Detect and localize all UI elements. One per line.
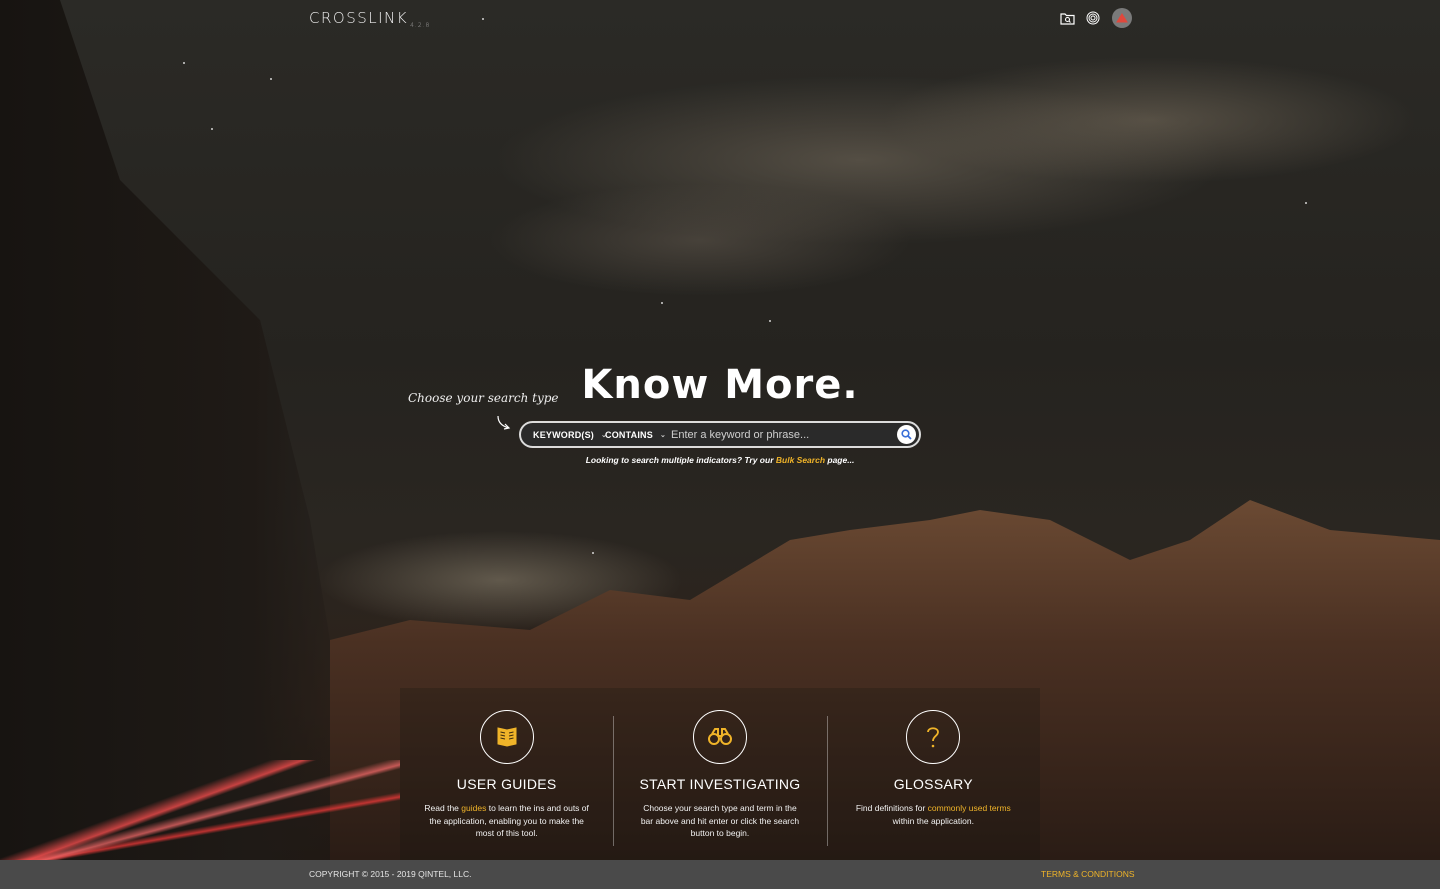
background-light-trails	[0, 760, 400, 860]
chevron-down-icon: ⌄	[659, 431, 667, 439]
feature-description: Choose your search type and term in the …	[640, 803, 800, 838]
glossary-terms-link[interactable]: commonly used terms	[928, 803, 1011, 813]
feature-glossary: GLOSSARY Find definitions for commonly u…	[826, 688, 1040, 860]
search-type-select[interactable]: KEYWORD(S) ⌄	[533, 429, 607, 440]
feature-description: Read the guides to learn the ins and out…	[424, 802, 589, 840]
book-icon[interactable]	[479, 710, 534, 764]
search-type-value: KEYWORD(S)	[533, 429, 594, 440]
feature-panel: USER GUIDES Read the guides to learn the…	[400, 688, 1040, 860]
search-button[interactable]	[897, 425, 916, 444]
version-label: 4.2.8	[410, 22, 431, 29]
folder-search-icon[interactable]	[1058, 9, 1076, 27]
search-operator-select[interactable]: CONTAINS ⌄	[605, 430, 669, 440]
star	[661, 302, 663, 304]
star	[211, 128, 213, 130]
star	[270, 78, 272, 80]
bulk-search-suffix: page...	[825, 455, 855, 465]
bulk-search-prefix: Looking to search multiple indicators? T…	[585, 455, 776, 465]
search-operator-value: CONTAINS	[605, 429, 653, 440]
top-header: CROSSLINK 4.2.8	[0, 0, 1440, 36]
logo-text: CROSSLINK	[309, 9, 409, 27]
terms-conditions-link[interactable]: TERMS & CONDITIONS	[1041, 869, 1135, 879]
header-actions	[1058, 8, 1132, 28]
copyright-text: COPYRIGHT © 2015 - 2019 QINTEL, LLC.	[309, 869, 472, 879]
desc-text: Find definitions for	[855, 803, 928, 813]
feature-user-guides: USER GUIDES Read the guides to learn the…	[400, 688, 613, 860]
feature-title[interactable]: USER GUIDES	[457, 776, 557, 792]
feature-start-investigating: START INVESTIGATING Choose your search t…	[613, 688, 826, 860]
star	[769, 320, 771, 322]
star	[183, 62, 185, 64]
star	[1305, 202, 1307, 204]
star	[592, 552, 594, 554]
guides-link[interactable]: guides	[461, 803, 486, 813]
page-footer: COPYRIGHT © 2015 - 2019 QINTEL, LLC. TER…	[0, 860, 1440, 889]
feature-description: Find definitions for commonly used terms…	[851, 802, 1016, 827]
feature-title[interactable]: START INVESTIGATING	[639, 776, 800, 792]
app-logo[interactable]: CROSSLINK 4.2.8	[309, 9, 430, 29]
feature-title[interactable]: GLOSSARY	[894, 776, 973, 792]
search-type-hint: Choose your search type	[408, 391, 559, 405]
bulk-search-hint: Looking to search multiple indicators? T…	[520, 455, 920, 465]
bulk-search-link[interactable]: Bulk Search	[776, 455, 825, 465]
search-bar: KEYWORD(S) ⌄ CONTAINS ⌄	[519, 421, 921, 448]
question-icon[interactable]	[906, 710, 961, 764]
user-avatar-icon[interactable]	[1112, 8, 1132, 28]
desc-text: Read the	[424, 803, 462, 813]
binoculars-icon[interactable]	[692, 710, 747, 764]
search-icon	[901, 429, 912, 440]
fingerprint-icon[interactable]	[1084, 9, 1102, 27]
hint-arrow-icon	[497, 415, 511, 430]
hero-title: Know More.	[581, 362, 859, 408]
desc-text: within the application.	[892, 815, 974, 826]
search-input[interactable]	[669, 423, 897, 446]
